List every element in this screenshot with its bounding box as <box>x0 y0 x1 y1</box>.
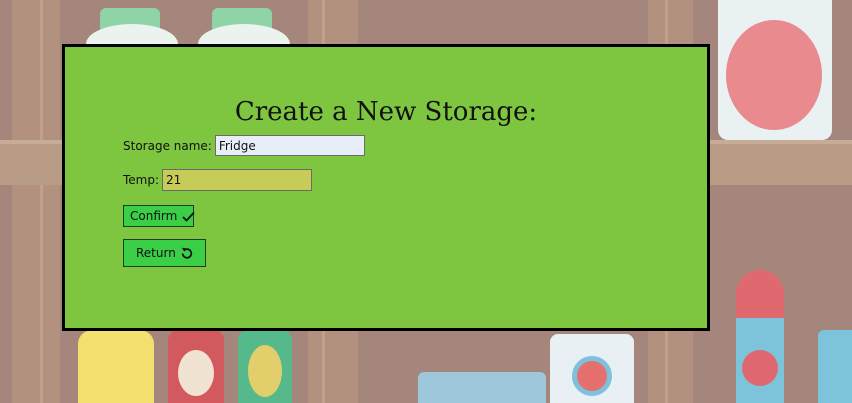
undo-icon <box>181 247 193 259</box>
bottle-label <box>742 350 778 386</box>
create-storage-dialog: Create a New Storage: Storage name: Temp… <box>62 44 710 331</box>
confirm-button-label: Confirm <box>130 209 178 223</box>
yellow-bottle <box>78 330 154 403</box>
storage-name-label: Storage name: <box>123 138 212 153</box>
confirm-button[interactable]: Confirm <box>123 205 195 227</box>
temp-row: Temp: <box>123 169 313 191</box>
cup-label <box>572 356 612 396</box>
yogurt-cups <box>418 372 546 403</box>
checkmark-icon <box>182 211 195 222</box>
blue-box <box>818 330 852 403</box>
can-label <box>178 350 214 396</box>
tomato-slices <box>726 20 822 130</box>
return-button-label: Return <box>136 246 176 260</box>
temp-label: Temp: <box>123 173 160 187</box>
storage-name-input[interactable] <box>214 135 365 156</box>
return-button[interactable]: Return <box>123 239 206 267</box>
bottle-cap <box>736 270 784 320</box>
storage-name-row: Storage name: <box>123 135 365 156</box>
can-label <box>248 345 282 397</box>
shelf-pillar-line <box>40 0 43 403</box>
shelf-pillar <box>12 0 60 403</box>
temp-input[interactable] <box>162 169 313 191</box>
dialog-title: Create a New Storage: <box>234 97 538 127</box>
